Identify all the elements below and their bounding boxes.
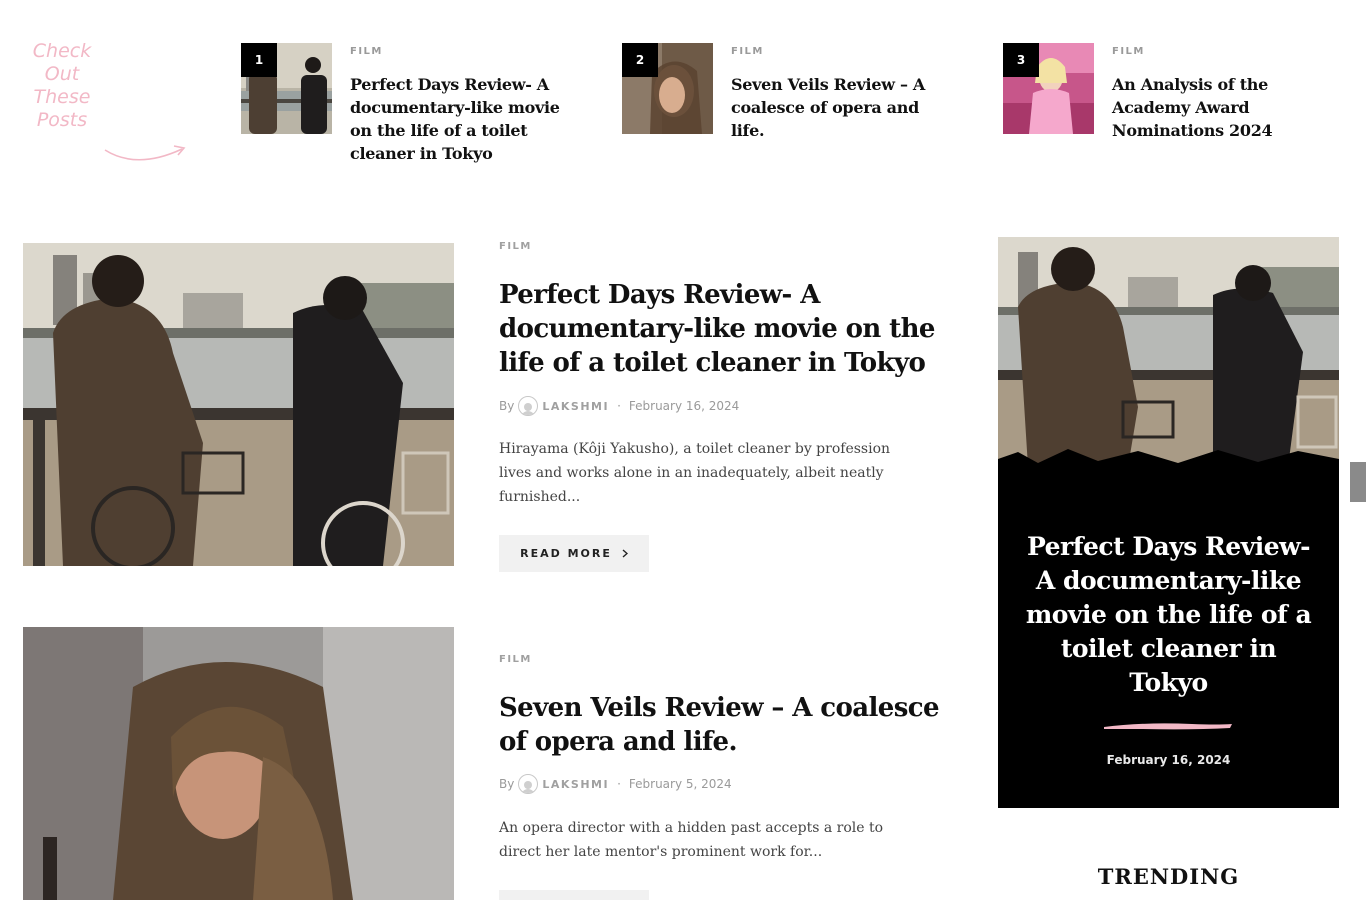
article-excerpt: An opera director with a hidden past acc…	[499, 820, 884, 860]
top-post-thumbnail[interactable]: 2	[622, 43, 713, 134]
by-label: By	[499, 399, 515, 413]
featured-post-image[interactable]	[998, 237, 1339, 467]
top-post-3[interactable]: 3 FILM An Analysis of the Academy Award …	[1003, 43, 1363, 173]
article-meta: By LAKSHMI · February 16, 2024	[499, 395, 739, 417]
article-category[interactable]: FILM	[499, 654, 532, 665]
author-link[interactable]: LAKSHMI	[542, 400, 609, 413]
featured-post-date: February 16, 2024	[1106, 753, 1231, 767]
by-label: By	[499, 777, 515, 791]
featured-post-title[interactable]: Perfect Days Review- A documentary-like …	[1018, 530, 1319, 700]
rank-badge: 3	[1003, 43, 1039, 77]
post-title-link[interactable]: Perfect Days Review- A documentary-like …	[350, 73, 570, 165]
author-link[interactable]: LAKSHMI	[542, 778, 609, 791]
post-category[interactable]: FILM	[350, 46, 383, 57]
chevron-right-icon	[622, 549, 628, 558]
pink-brush-stroke	[1104, 723, 1232, 730]
top-post-1[interactable]: 1 FILM Perfect Days Review- A documentar…	[241, 43, 601, 173]
top-post-2[interactable]: 2 FILM Seven Veils Review – A coalesce o…	[622, 43, 982, 173]
read-more-button[interactable]: READ MORE	[499, 535, 649, 572]
post-category[interactable]: FILM	[731, 46, 764, 57]
article-category[interactable]: FILM	[499, 241, 532, 252]
article-title-link[interactable]: Perfect Days Review- A documentary-like …	[499, 278, 939, 380]
post-category[interactable]: FILM	[1112, 46, 1145, 57]
post-date: February 16, 2024	[628, 399, 740, 413]
post-title-link[interactable]: Seven Veils Review – A coalesce of opera…	[731, 73, 951, 142]
avatar-icon[interactable]	[518, 774, 539, 794]
trending-heading: TRENDING	[1097, 864, 1240, 889]
post-title-link[interactable]: An Analysis of the Academy Award Nominat…	[1112, 73, 1332, 142]
meta-separator: ·	[617, 399, 621, 413]
curved-arrow-icon	[104, 145, 186, 161]
top-post-thumbnail[interactable]: 3	[1003, 43, 1094, 134]
rank-badge: 1	[241, 43, 277, 77]
read-more-button[interactable]	[499, 890, 649, 900]
avatar-icon[interactable]	[518, 396, 539, 416]
check-out-line: Posts	[36, 109, 88, 131]
article-excerpt: Hirayama (Kôji Yakusho), a toilet cleane…	[499, 441, 891, 505]
post-date: February 5, 2024	[628, 777, 732, 791]
read-more-label: READ MORE	[520, 547, 612, 560]
article-image[interactable]	[23, 627, 454, 900]
article-image[interactable]	[23, 243, 454, 566]
top-post-thumbnail[interactable]: 1	[241, 43, 332, 134]
rank-badge: 2	[622, 43, 658, 77]
side-scroll-tab[interactable]	[1350, 462, 1366, 502]
article-meta: By LAKSHMI · February 5, 2024	[499, 773, 732, 795]
check-out-line: Check	[32, 40, 92, 62]
featured-post-card[interactable]: Perfect Days Review- A documentary-like …	[998, 237, 1339, 808]
check-out-line: Out	[44, 63, 80, 85]
check-out-posts-label: Check Out These Posts	[22, 40, 102, 132]
check-out-line: These	[33, 86, 91, 108]
article-title-link[interactable]: Seven Veils Review – A coalesce of opera…	[499, 691, 940, 759]
meta-separator: ·	[617, 777, 621, 791]
